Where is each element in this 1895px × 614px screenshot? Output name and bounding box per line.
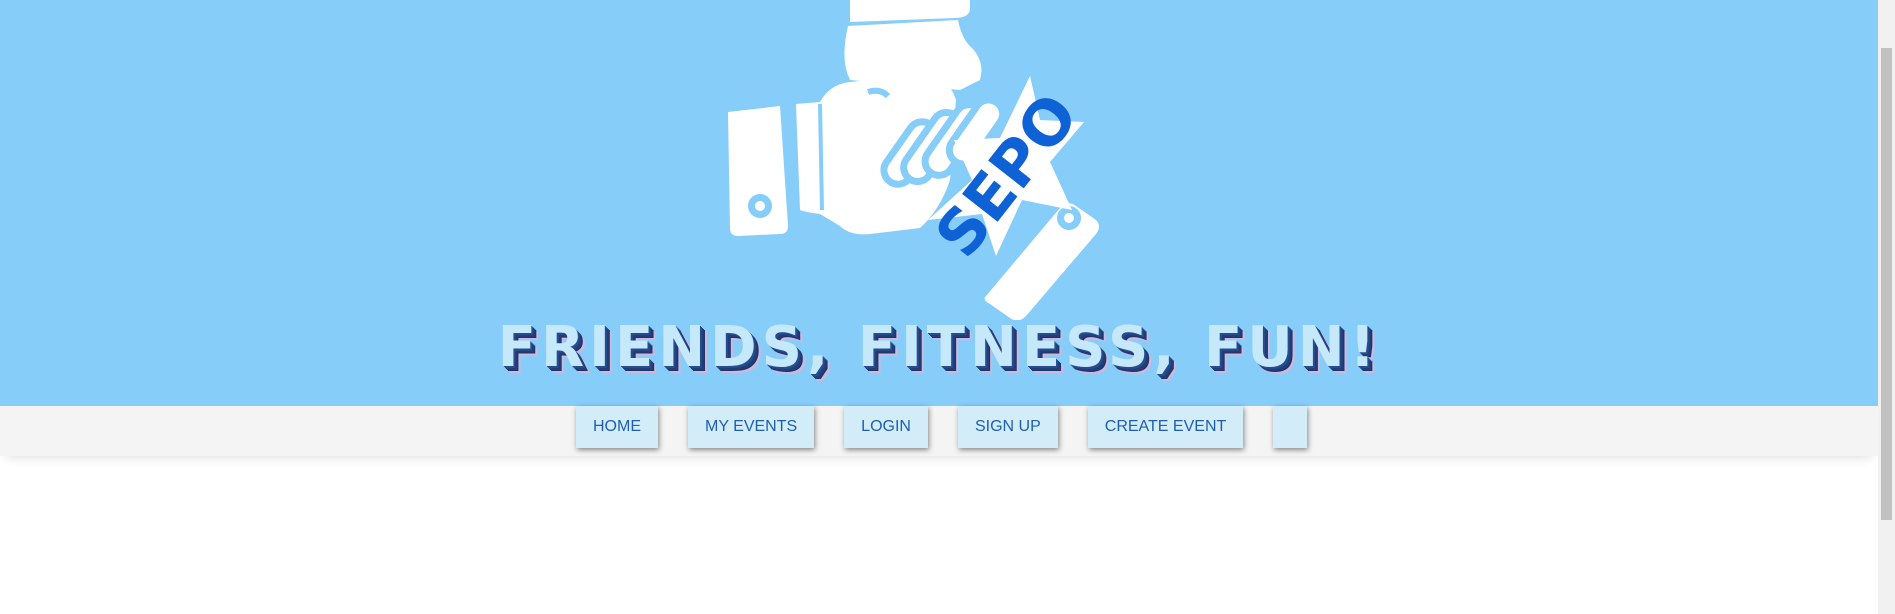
nav-login-button[interactable]: LOGIN: [844, 406, 928, 448]
vertical-scrollbar[interactable]: [1878, 0, 1895, 614]
nav-home-button[interactable]: HOME: [576, 406, 658, 448]
nav-create-event-button[interactable]: CREATE EVENT: [1087, 406, 1244, 448]
nav-empty-button[interactable]: [1273, 406, 1308, 448]
hero-banner: SEPO FRIENDS, FITNESS, FUN!: [0, 0, 1878, 406]
tagline: FRIENDS, FITNESS, FUN!: [497, 315, 1381, 380]
nav-sign-up-button[interactable]: SIGN UP: [957, 406, 1058, 448]
main-navbar: HOME MY EVENTS LOGIN SIGN UP CREATE EVEN…: [0, 406, 1878, 456]
handshake-logo: SEPO: [728, 0, 1099, 320]
nav-list: HOME MY EVENTS LOGIN SIGN UP CREATE EVEN…: [576, 406, 1308, 448]
page: SEPO FRIENDS, FITNESS, FUN! HOME MY EVEN…: [0, 0, 1895, 614]
scrollbar-thumb[interactable]: [1881, 48, 1892, 520]
nav-my-events-button[interactable]: MY EVENTS: [688, 406, 815, 448]
